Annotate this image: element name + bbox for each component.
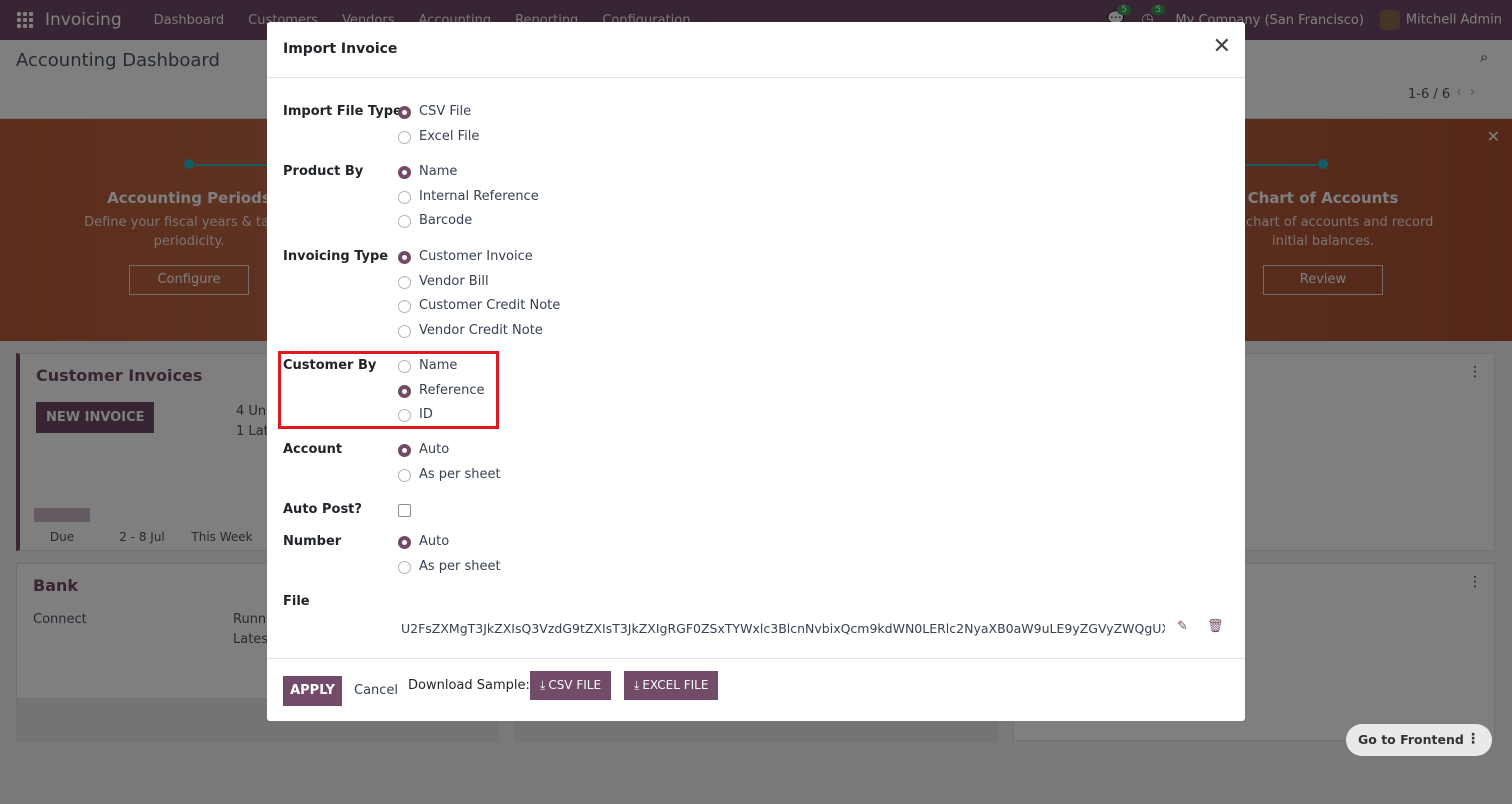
radio-button[interactable] [398, 130, 411, 144]
option-barcode[interactable]: Barcode [398, 213, 539, 238]
radio-button[interactable] [398, 560, 411, 574]
radio-group: Auto As per sheet [398, 442, 501, 491]
csv-file-button[interactable]: ⤓ CSV FILE [530, 671, 612, 700]
option-label: Auto [419, 442, 450, 457]
radio-button[interactable] [398, 468, 411, 482]
radio-button[interactable] [398, 166, 411, 179]
download-icon: ⤓ [540, 678, 546, 692]
apply-button[interactable]: APPLY [283, 676, 342, 706]
radio-button[interactable] [398, 324, 411, 338]
field-label: Product By [283, 164, 364, 179]
option-label: Excel File [419, 128, 480, 144]
option-auto[interactable]: Auto [398, 534, 501, 559]
option-as-per-sheet[interactable]: As per sheet [398, 467, 501, 492]
option-vendor-bill[interactable]: Vendor Bill [398, 274, 560, 299]
option-label: As per sheet [419, 466, 501, 482]
go-to-frontend-button[interactable]: Go to Frontend ⋮ [1346, 724, 1492, 756]
modal-title: Import Invoice [283, 41, 398, 57]
excel-file-button[interactable]: ⤓ EXCEL FILE [624, 671, 719, 700]
option-label: CSV File [419, 104, 472, 119]
radio-group: Customer Invoice Vendor Bill Customer Cr… [398, 249, 560, 347]
radio-button[interactable] [398, 536, 411, 549]
option-as-per-sheet[interactable]: As per sheet [398, 559, 501, 584]
option-customer-invoice[interactable]: Customer Invoice [398, 249, 560, 274]
field-label: Number [283, 534, 342, 549]
modal-header: Import Invoice ✕ [267, 22, 1245, 78]
radio-button[interactable] [398, 300, 411, 313]
option-label: Auto [419, 534, 450, 549]
radio-button[interactable] [398, 190, 411, 204]
option-internal-reference[interactable]: Internal Reference [398, 189, 539, 214]
field-label: Account [283, 442, 343, 457]
radio-group: CSV File Excel File [398, 104, 479, 153]
option-csv-file[interactable]: CSV File [398, 104, 479, 129]
option-label: Internal Reference [419, 188, 539, 204]
option-name[interactable]: Name [398, 164, 539, 189]
radio-button[interactable] [398, 215, 411, 228]
radio-button[interactable] [398, 275, 411, 289]
csv-button-label: CSV FILE [548, 678, 602, 692]
trash-icon[interactable]: 🗑 [1207, 619, 1224, 634]
download-icon: ⤓ [634, 678, 640, 692]
more-options-icon[interactable]: ⋮ [1466, 731, 1480, 747]
option-auto[interactable]: Auto [398, 442, 501, 467]
radio-button[interactable] [398, 106, 411, 119]
checkbox-wrapper [398, 502, 411, 517]
option-label: Customer Credit Note [419, 298, 561, 313]
go-frontend-label: Go to Frontend [1358, 732, 1464, 747]
radio-button[interactable] [398, 444, 411, 457]
customer-by-highlight-box [278, 351, 499, 429]
file-name-value: U2FsZXMgT3JkZXIsQ3VzdG9tZXIsT3JkZXIgRGF0… [401, 621, 1165, 636]
field-label: Auto Post? [283, 502, 362, 517]
option-label: Vendor Bill [419, 273, 489, 289]
option-excel-file[interactable]: Excel File [398, 129, 479, 154]
option-label: As per sheet [419, 558, 501, 574]
option-label: Vendor Credit Note [419, 322, 543, 338]
pencil-icon[interactable]: ✎ [1177, 619, 1188, 634]
download-sample-label: Download Sample: [408, 678, 530, 693]
modal-footer: APPLY Cancel Download Sample: ⤓ CSV FILE … [267, 658, 1245, 721]
option-customer-credit-note[interactable]: Customer Credit Note [398, 298, 560, 323]
excel-button-label: EXCEL FILE [642, 678, 709, 692]
radio-group: Auto As per sheet [398, 534, 501, 583]
option-label: Name [419, 164, 458, 179]
field-label: Import File Type [283, 104, 402, 119]
option-label: Customer Invoice [419, 249, 533, 264]
cancel-button[interactable]: Cancel [354, 683, 398, 698]
option-label: Barcode [419, 213, 473, 228]
radio-button[interactable] [398, 251, 411, 264]
close-icon[interactable]: ✕ [1213, 36, 1231, 58]
radio-group: Name Internal Reference Barcode [398, 164, 539, 238]
auto-post-checkbox[interactable] [398, 504, 411, 517]
field-label: Invoicing Type [283, 249, 389, 264]
field-label: File [283, 594, 310, 609]
option-vendor-credit-note[interactable]: Vendor Credit Note [398, 323, 560, 348]
